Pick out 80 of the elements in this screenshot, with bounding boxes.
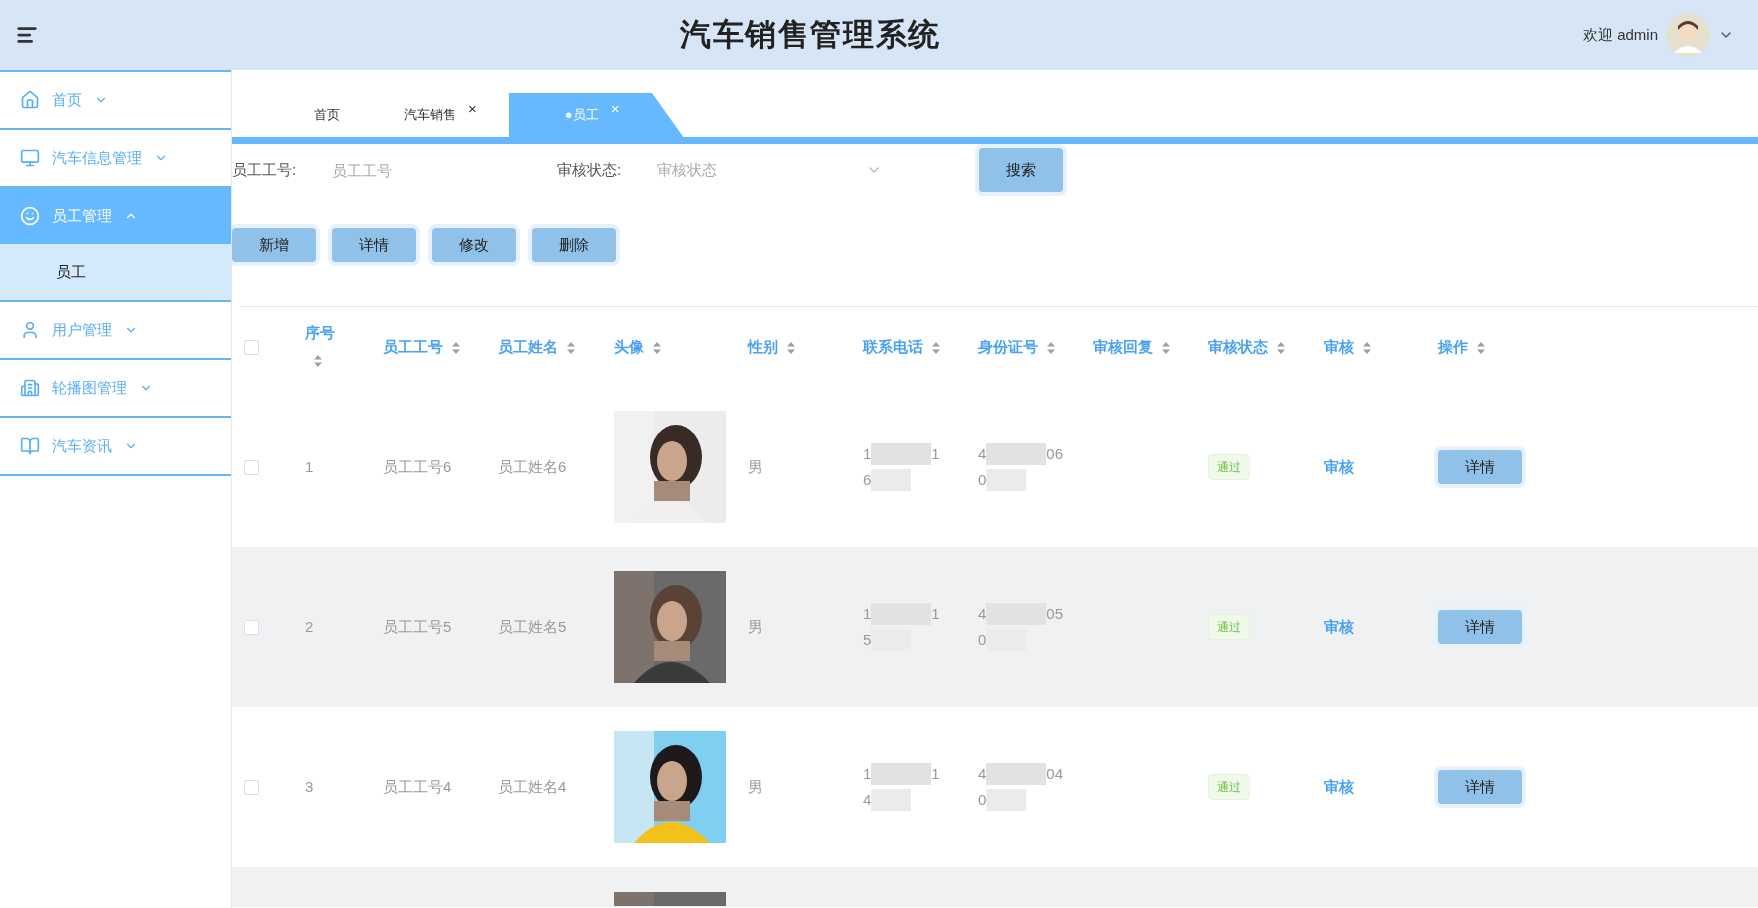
table-cell-text: 04 [1046, 764, 1064, 784]
table-cell-text: 5 [863, 630, 872, 650]
table-cell: 员工姓名4 [498, 777, 567, 795]
sort-icon[interactable] [1276, 340, 1286, 355]
sort-icon[interactable] [451, 340, 461, 355]
building-icon [20, 378, 40, 398]
welcome-text: 欢迎 admin [1582, 24, 1658, 45]
checkbox[interactable] [244, 779, 259, 795]
table-cell: 1 [305, 457, 314, 475]
table-cell: 男 [748, 457, 763, 475]
sort-icon[interactable] [786, 340, 796, 355]
column-header: 审核 [1324, 336, 1354, 357]
tab[interactable]: 汽车销售 × [372, 93, 509, 137]
status-tag: 通过 [1208, 454, 1250, 480]
field-label: 员工工号: [232, 159, 298, 180]
redaction-block [986, 763, 1047, 785]
table-cell-text: 05 [1046, 604, 1064, 624]
table-cell-text: 0 [978, 790, 987, 810]
column-header: 审核状态 [1208, 336, 1268, 357]
table-cell-text: 4 [978, 604, 987, 624]
checkbox[interactable] [244, 619, 259, 635]
avatar[interactable] [1666, 13, 1710, 57]
column-header: 联系电话 [863, 336, 923, 357]
status-tag: 通过 [1208, 774, 1250, 800]
sort-icon[interactable] [1161, 340, 1171, 355]
input-field[interactable]: 员工工号 [332, 152, 532, 188]
sort-icon[interactable] [1362, 340, 1372, 355]
tab[interactable]: 首页 [282, 93, 372, 137]
table-cell-text: 1 [931, 764, 940, 784]
table-cell-text: 6 [863, 470, 872, 490]
redaction-block [986, 443, 1047, 465]
home-icon [20, 90, 40, 110]
monitor-icon [20, 148, 40, 168]
table-cell-text: 0 [978, 470, 987, 490]
table-cell: 男 [748, 777, 763, 795]
column-header: 员工姓名 [498, 336, 558, 357]
sort-icon[interactable] [566, 340, 576, 355]
sort-icon[interactable] [931, 340, 941, 355]
submenu-item[interactable]: 员工 [0, 244, 231, 300]
user-icon [20, 320, 40, 340]
table-cell: 员工工号4 [383, 777, 452, 795]
close-icon[interactable]: × [468, 97, 477, 121]
column-header: 性别 [748, 336, 778, 357]
table-cell-text: 06 [1046, 444, 1064, 464]
table-cell-text: 4 [863, 790, 872, 810]
redaction-block [871, 763, 932, 785]
column-header: 员工工号 [383, 336, 443, 357]
table-cell-text: 1 [863, 604, 872, 624]
table-cell-text: 1 [931, 444, 940, 464]
sort-icon[interactable] [1046, 340, 1056, 355]
table-cell-text: 4 [978, 764, 987, 784]
checkbox[interactable] [244, 459, 259, 475]
table-cell: 员工姓名6 [498, 457, 567, 475]
menu-icon[interactable] [16, 24, 38, 46]
table-cell: 员工工号5 [383, 617, 452, 635]
table-cell: 员工姓名5 [498, 617, 567, 635]
checkbox[interactable] [244, 339, 259, 355]
status-tag: 通过 [1208, 614, 1250, 640]
column-header: 操作 [1438, 336, 1468, 357]
book-icon [20, 436, 40, 456]
table-cell-text: 1 [863, 764, 872, 784]
table-cell: 男 [748, 617, 763, 635]
table-cell-text: 4 [978, 444, 987, 464]
table-cell-text: 1 [863, 444, 872, 464]
app-title: 汽车销售管理系统 [680, 15, 941, 54]
table-cell: 3 [305, 777, 314, 795]
table-cell: 2 [305, 617, 314, 635]
column-header: 身份证号 [978, 336, 1038, 357]
field-label: 审核状态: [557, 159, 623, 180]
table-cell-text: 1 [931, 604, 940, 624]
redaction-block [871, 443, 932, 465]
sort-icon[interactable] [652, 340, 662, 355]
face-icon [20, 206, 40, 226]
column-header: 审核回复 [1093, 336, 1153, 357]
column-header: 序号 [305, 322, 335, 343]
table-cell-text: 0 [978, 630, 987, 650]
sort-icon[interactable] [1476, 340, 1486, 355]
column-header: 头像 [614, 336, 644, 357]
table-cell: 员工工号6 [383, 457, 452, 475]
sort-icon[interactable] [313, 354, 323, 368]
